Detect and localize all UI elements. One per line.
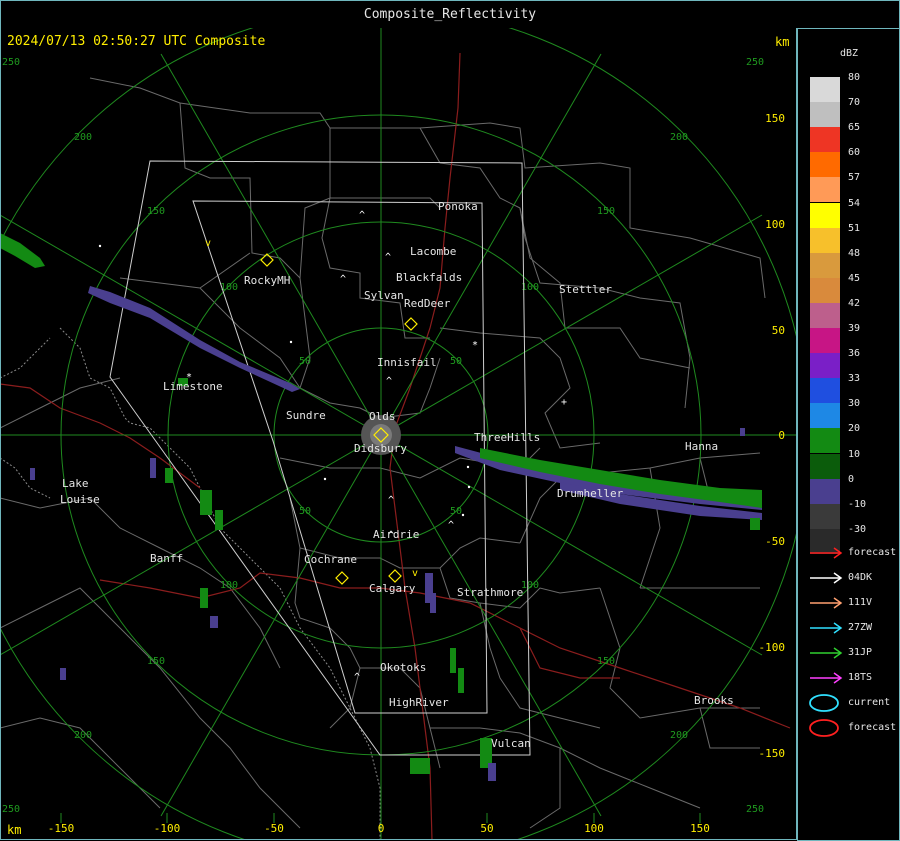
track-arrow-icon xyxy=(810,597,843,609)
legend-level-label: 10 xyxy=(848,448,861,460)
legend-level-label: 54 xyxy=(848,197,861,209)
km-unit-top: km xyxy=(775,35,790,49)
legend-swatch xyxy=(810,227,840,253)
track-label: forecast xyxy=(848,547,897,558)
legend-level-label: 48 xyxy=(848,247,861,259)
cell-ellipse-icon xyxy=(809,719,839,737)
legend-level-label: 51 xyxy=(848,222,861,234)
cell-label: current xyxy=(848,697,891,708)
track-label: 18TS xyxy=(848,672,873,683)
timestamp-label: 2024/07/13 02:50:27 UTC Composite xyxy=(7,34,266,49)
legend-swatch xyxy=(810,403,840,429)
legend-swatch xyxy=(810,202,840,228)
legend-swatch xyxy=(810,302,840,328)
legend-level-label: 65 xyxy=(848,122,861,134)
legend-level-label: -10 xyxy=(848,498,867,510)
legend-level-label: 20 xyxy=(848,423,861,435)
legend-level-label: 45 xyxy=(848,272,861,284)
track-arrow-icon xyxy=(810,572,843,584)
legend-swatch xyxy=(810,102,840,128)
track-arrow-icon xyxy=(810,547,843,559)
legend-swatch xyxy=(810,77,840,102)
legend-swatch xyxy=(810,127,840,153)
legend-level-label: 36 xyxy=(848,348,861,360)
legend-swatch xyxy=(810,478,840,504)
legend-swatch xyxy=(810,503,840,529)
legend-level-label: 57 xyxy=(848,172,861,184)
legend-level-label: 80 xyxy=(848,72,861,83)
track-label: 31JP xyxy=(848,647,873,658)
track-label: 04DK xyxy=(848,572,873,583)
track-arrow-icon xyxy=(810,672,843,684)
map-frame xyxy=(0,28,797,840)
legend-swatch xyxy=(810,428,840,454)
cell-label: forecast xyxy=(848,722,897,733)
legend-level-label: 42 xyxy=(848,297,861,309)
legend-level-label: 33 xyxy=(848,373,861,385)
km-unit-bottom: km xyxy=(7,823,22,837)
legend-swatch xyxy=(810,328,840,353)
legend-swatch xyxy=(810,152,840,178)
track-arrow-icon xyxy=(810,622,843,634)
legend-title: dBZ xyxy=(840,48,859,59)
legend-swatch xyxy=(810,378,840,404)
legend-swatch xyxy=(810,453,840,479)
legend-level-label: -30 xyxy=(848,523,867,535)
track-label: 27ZW xyxy=(848,622,873,633)
title-bar: Composite_Reflectivity xyxy=(0,0,900,29)
track-label: 111V xyxy=(848,597,873,608)
legend-level-label: 39 xyxy=(848,323,861,334)
legend-level-label: 30 xyxy=(848,398,861,410)
legend-swatch xyxy=(810,252,840,278)
cell-ellipse-icon xyxy=(809,694,839,712)
legend-swatch xyxy=(810,353,840,379)
window-title: Composite_Reflectivity xyxy=(363,7,537,22)
legend-swatch xyxy=(810,177,840,203)
legend-swatch xyxy=(810,277,840,303)
legend-level-label: 60 xyxy=(848,147,861,159)
track-arrow-icon xyxy=(810,647,843,659)
legend-level-label: 70 xyxy=(848,97,861,109)
legend-level-label: 0 xyxy=(848,473,855,485)
